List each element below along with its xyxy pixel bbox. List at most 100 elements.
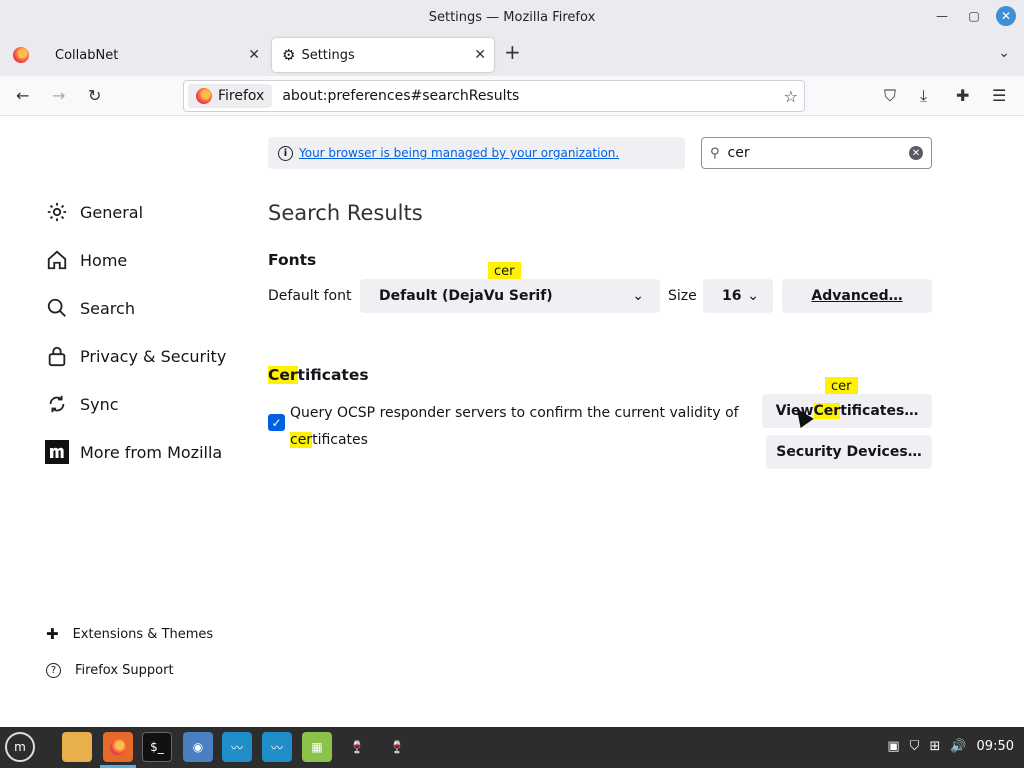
sidebar-item-search[interactable]: Search xyxy=(44,295,135,321)
sidebar-item-home[interactable]: Home xyxy=(44,247,127,273)
back-button[interactable]: ← xyxy=(16,86,29,105)
settings-search-input[interactable]: ⚲ cer ✕ xyxy=(701,137,932,169)
gear-icon xyxy=(44,199,70,225)
ocsp-checkbox[interactable]: ✓ xyxy=(268,414,285,431)
system-tray: ▣ ⛉ ⊞ 🔊 09:50 xyxy=(887,739,1014,754)
navigation-bar: ← → ↻ Firefox about:preferences#searchRe… xyxy=(0,76,1024,116)
firefox-icon xyxy=(13,47,29,63)
new-tab-button[interactable]: + xyxy=(504,40,521,64)
sidebar-item-sync[interactable]: Sync xyxy=(44,391,119,417)
forward-button[interactable]: → xyxy=(52,86,65,105)
menu-icon[interactable]: ☰ xyxy=(992,86,1006,105)
sidebar-extensions-themes[interactable]: ✚ Extensions & Themes xyxy=(46,625,213,643)
font-size-label: Size xyxy=(668,288,697,304)
tab-settings[interactable]: ⚙ Settings ✕ xyxy=(272,38,494,72)
minimize-button[interactable]: — xyxy=(932,6,952,26)
tab-collabnet[interactable]: CollabNet ✕ xyxy=(43,38,268,72)
folder-icon[interactable] xyxy=(62,732,92,762)
shield-icon[interactable]: ⛉ xyxy=(910,739,920,754)
window-controls: — ▢ ✕ xyxy=(932,6,1016,26)
fonts-heading: Fonts xyxy=(268,251,317,269)
puzzle-icon: ✚ xyxy=(46,625,59,643)
view-certificates-button[interactable]: View Cer tificates… xyxy=(762,394,932,428)
window-title: Settings — Mozilla Firefox xyxy=(428,9,596,25)
font-size-value: 16 xyxy=(722,288,742,304)
chromium-icon[interactable]: ◉ xyxy=(183,732,213,762)
close-tab-icon[interactable]: ✕ xyxy=(474,47,486,63)
sidebar-item-label: Home xyxy=(80,250,128,270)
default-font-select[interactable]: Default (DejaVu Serif) ⌄ xyxy=(360,279,660,313)
taskbar: m $_ ◉ 〰 〰 ▦ 🍷 🍷 ▣ ⛉ ⊞ 🔊 09:50 xyxy=(0,727,1024,768)
font-size-select[interactable]: 16 ⌄ xyxy=(703,279,773,313)
clock[interactable]: 09:50 xyxy=(977,739,1014,754)
monitor-icon[interactable]: 〰 xyxy=(222,732,252,762)
url-text[interactable]: about:preferences#searchResults xyxy=(282,88,519,104)
tab-label: Settings xyxy=(301,47,355,63)
search-highlight: Cer xyxy=(268,366,298,384)
identity-box[interactable]: Firefox xyxy=(188,84,273,108)
monitor-icon[interactable]: 〰 xyxy=(262,732,292,762)
sidebar-item-label: General xyxy=(80,202,144,222)
help-icon: ? xyxy=(46,663,61,678)
terminal-icon[interactable]: $_ xyxy=(142,732,172,762)
clear-search-icon[interactable]: ✕ xyxy=(909,146,923,160)
sidebar-firefox-support[interactable]: ? Firefox Support xyxy=(46,663,174,678)
search-highlight: Cer xyxy=(813,403,841,419)
chevron-down-icon: ⌄ xyxy=(632,288,644,304)
close-window-button[interactable]: ✕ xyxy=(996,6,1016,26)
firefox-taskbar-icon[interactable] xyxy=(103,732,133,762)
sidebar-item-more-from-mozilla[interactable]: More from Mozilla xyxy=(44,439,222,465)
mint-menu-icon[interactable]: m xyxy=(5,732,35,762)
ocsp-label[interactable]: Query OCSP responder servers to confirm … xyxy=(290,400,750,454)
ocsp-line-2-rest: tificates xyxy=(312,432,368,448)
chevron-down-icon: ⌄ xyxy=(747,288,759,304)
search-match-tooltip: cer xyxy=(488,262,521,285)
home-icon xyxy=(44,247,70,273)
firefox-icon xyxy=(196,88,212,104)
page-title: Search Results xyxy=(268,201,423,225)
list-all-tabs-button[interactable]: ⌄ xyxy=(998,45,1010,61)
network-icon[interactable]: ⊞ xyxy=(929,739,940,754)
search-match-tooltip: cer xyxy=(825,377,858,400)
mozilla-icon xyxy=(44,439,70,465)
preferences-content: General Home Search Privacy & Security S… xyxy=(0,117,1024,727)
sidebar-item-general[interactable]: General xyxy=(44,199,143,225)
volume-icon[interactable]: 🔊 xyxy=(950,739,966,754)
title-bar: Settings — Mozilla Firefox — ▢ ✕ xyxy=(0,0,1024,34)
heading-rest: tificates xyxy=(297,366,369,384)
tab-label: CollabNet xyxy=(55,47,119,63)
sidebar-item-label: Privacy & Security xyxy=(80,346,227,366)
maximize-button[interactable]: ▢ xyxy=(964,6,984,26)
sidebar-footer-label: Firefox Support xyxy=(75,663,174,678)
bookmark-star-icon[interactable]: ☆ xyxy=(784,87,798,106)
search-value: cer xyxy=(727,145,750,161)
managed-link[interactable]: Your browser is being managed by your or… xyxy=(299,146,619,160)
close-tab-icon[interactable]: ✕ xyxy=(248,47,260,63)
certificates-heading: Certificates xyxy=(268,366,369,384)
sidebar-item-label: Sync xyxy=(80,394,119,414)
sidebar-item-privacy[interactable]: Privacy & Security xyxy=(44,343,226,369)
button-label-post: tificates… xyxy=(840,403,919,419)
sidebar-item-label: Search xyxy=(80,298,135,318)
firefox-view-button[interactable] xyxy=(0,38,42,72)
lock-icon xyxy=(44,343,70,369)
url-bar[interactable]: Firefox about:preferences#searchResults … xyxy=(183,80,805,112)
wine-icon[interactable]: 🍷 xyxy=(382,732,412,762)
advanced-fonts-button[interactable]: Advanced… xyxy=(782,279,932,313)
search-highlight: cer xyxy=(290,432,313,448)
info-icon: i xyxy=(278,145,293,161)
spreadsheet-icon[interactable]: ▦ xyxy=(302,732,332,762)
security-devices-button[interactable]: Security Devices… xyxy=(766,435,932,469)
identity-label: Firefox xyxy=(218,88,265,104)
sidebar-footer-label: Extensions & Themes xyxy=(72,626,214,642)
reload-button[interactable]: ↻ xyxy=(88,86,101,105)
clipboard-icon[interactable]: ▣ xyxy=(887,739,899,754)
pocket-icon[interactable]: ⛉ xyxy=(884,86,896,106)
sidebar-item-label: More from Mozilla xyxy=(80,442,223,462)
extensions-icon[interactable]: ✚ xyxy=(956,86,969,105)
sync-icon xyxy=(44,391,70,417)
ocsp-line-1: Query OCSP responder servers to confirm … xyxy=(290,405,739,421)
wine-icon[interactable]: 🍷 xyxy=(342,732,372,762)
downloads-icon[interactable]: ⤓ xyxy=(920,86,927,106)
search-icon: ⚲ xyxy=(710,145,720,161)
